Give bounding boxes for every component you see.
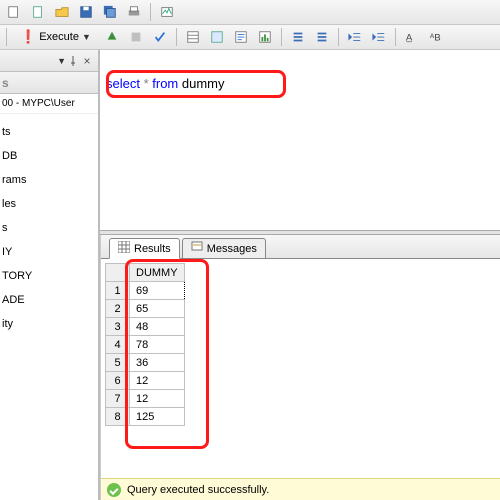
tree-item[interactable]: TORY (0, 264, 98, 288)
tree-item[interactable]: les (0, 192, 98, 216)
svg-text:A̲: A̲ (406, 33, 413, 44)
new-file-icon[interactable] (28, 2, 48, 22)
object-tree[interactable]: ts DB rams les s IY TORY ADE ity (0, 114, 98, 500)
tab-label: Messages (207, 243, 257, 255)
table-row: 712 (106, 390, 185, 408)
explorer-header: ▼ × (0, 50, 98, 72)
print-icon[interactable] (124, 2, 144, 22)
tab-results[interactable]: Results (109, 238, 180, 259)
dropdown-icon: ▼ (82, 32, 91, 42)
execute-label: Execute (39, 31, 79, 43)
save-all-icon[interactable] (100, 2, 120, 22)
execute-icon: ❗ (20, 29, 36, 45)
new-query-icon[interactable] (4, 2, 24, 22)
status-bar: Query executed successfully. (101, 478, 500, 500)
row-header[interactable]: 8 (106, 408, 130, 426)
row-header[interactable]: 4 (106, 336, 130, 354)
activity-icon[interactable] (157, 2, 177, 22)
cell[interactable]: 12 (130, 372, 185, 390)
cell[interactable]: 48 (130, 318, 185, 336)
tree-item[interactable]: s (0, 216, 98, 240)
dropdown-icon[interactable]: ▼ (57, 56, 66, 66)
tab-label: Results (134, 243, 171, 255)
outdent-icon[interactable] (345, 27, 365, 47)
tree-item[interactable]: ADE (0, 288, 98, 312)
parse-icon[interactable] (150, 27, 170, 47)
grid-icon (118, 241, 130, 256)
open-icon[interactable] (52, 2, 72, 22)
success-icon (107, 483, 121, 497)
client-stats-icon[interactable] (255, 27, 275, 47)
results-grid-icon[interactable] (183, 27, 203, 47)
tree-item[interactable]: rams (0, 168, 98, 192)
object-explorer: ▼ × s 00 - MYPC\User ts DB rams les s IY… (0, 50, 100, 500)
cell[interactable]: 125 (130, 408, 185, 426)
table-row: 478 (106, 336, 185, 354)
save-icon[interactable] (76, 2, 96, 22)
cell[interactable]: 65 (130, 300, 185, 318)
table-row: 8125 (106, 408, 185, 426)
tree-item[interactable]: ts (0, 120, 98, 144)
close-icon[interactable]: × (80, 54, 94, 68)
tree-item[interactable]: IY (0, 240, 98, 264)
results-grid-wrap[interactable]: DUMMY 169 265 348 478 536 612 712 8125 (101, 259, 500, 478)
cell[interactable]: 12 (130, 390, 185, 408)
tree-item[interactable]: ity (0, 312, 98, 336)
uncomment-icon[interactable] (312, 27, 332, 47)
table-row: 612 (106, 372, 185, 390)
pin-icon[interactable] (68, 56, 78, 66)
row-header[interactable]: 1 (106, 282, 130, 300)
column-header[interactable]: DUMMY (130, 264, 185, 282)
cell[interactable]: 78 (130, 336, 185, 354)
tree-item[interactable]: DB (0, 144, 98, 168)
main-toolbar-2: ❗ Execute ▼ A̲ ᴬB (0, 25, 500, 50)
stop-icon[interactable] (126, 27, 146, 47)
server-node[interactable]: 00 - MYPC\User (0, 94, 98, 114)
debug-icon[interactable] (102, 27, 122, 47)
svg-text:ᴬB: ᴬB (429, 33, 441, 44)
table-row: 265 (106, 300, 185, 318)
table-row: 536 (106, 354, 185, 372)
comment-icon[interactable] (288, 27, 308, 47)
cell[interactable]: 36 (130, 354, 185, 372)
row-header[interactable]: 2 (106, 300, 130, 318)
tab-messages[interactable]: Messages (182, 238, 266, 259)
row-header[interactable]: 3 (106, 318, 130, 336)
explorer-title: s (0, 72, 98, 94)
indent-icon[interactable] (369, 27, 389, 47)
toggle-case-icon[interactable]: ᴬB (426, 27, 446, 47)
cell[interactable]: 69 (130, 282, 185, 300)
specify-values-icon[interactable]: A̲ (402, 27, 422, 47)
sql-editor[interactable]: select * from dummy (100, 50, 500, 230)
messages-icon (191, 241, 203, 256)
table-row: 348 (106, 318, 185, 336)
results-pane: Results Messages DUMMY 169 265 348 478 (100, 235, 500, 500)
result-tab-row: Results Messages (101, 235, 500, 259)
row-header[interactable]: 6 (106, 372, 130, 390)
table-row: 169 (106, 282, 185, 300)
code-line: select * from dummy (106, 76, 500, 91)
include-plan-icon[interactable] (231, 27, 251, 47)
show-plan-icon[interactable] (207, 27, 227, 47)
row-header[interactable]: 5 (106, 354, 130, 372)
corner-cell[interactable] (106, 264, 130, 282)
row-header[interactable]: 7 (106, 390, 130, 408)
execute-button[interactable]: ❗ Execute ▼ (13, 27, 98, 47)
main-toolbar-1 (0, 0, 500, 25)
results-grid: DUMMY 169 265 348 478 536 612 712 8125 (105, 263, 185, 426)
status-message: Query executed successfully. (127, 484, 269, 496)
